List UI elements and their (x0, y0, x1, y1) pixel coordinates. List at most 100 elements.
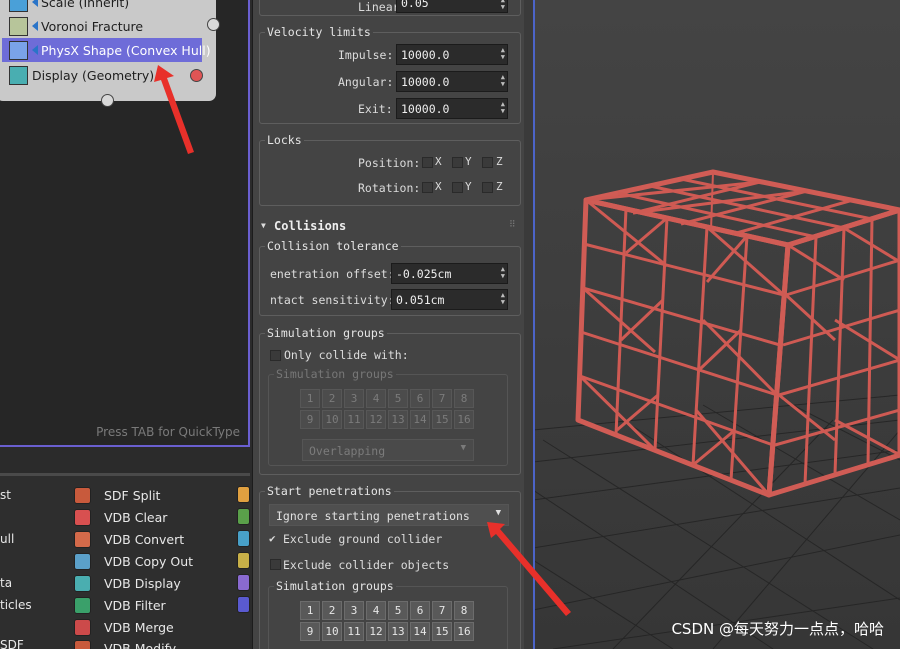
group-button[interactable]: 16 (454, 410, 474, 429)
group-button[interactable]: 6 (410, 601, 430, 620)
list-item-vdb-convert[interactable]: VDB Convert (74, 529, 184, 549)
3d-viewport[interactable]: CSDN @每天努力一点点，哈哈 (533, 0, 900, 649)
angular-spinner[interactable]: 10000.0 ▲ ▼ (396, 71, 508, 92)
group-button[interactable]: 13 (388, 410, 408, 429)
list-item-sdf-split[interactable]: SDF Split (74, 485, 160, 505)
group-button[interactable]: 11 (344, 410, 364, 429)
group-button[interactable]: 5 (388, 601, 408, 620)
node-type-icon[interactable] (237, 574, 250, 591)
list-fragment[interactable]: st (0, 488, 11, 502)
group-button[interactable]: 8 (454, 389, 474, 408)
contact-sensitivity-spinner[interactable]: 0.051cm ▲ ▼ (391, 289, 508, 310)
group-button[interactable]: 10 (322, 622, 342, 641)
sdf-split-icon (74, 486, 91, 504)
spinner-arrows-icon[interactable]: ▲ ▼ (501, 74, 505, 88)
collisions-rollout-header[interactable]: ▼ Collisions ⠿ (253, 218, 532, 236)
group-button[interactable]: 2 (322, 389, 342, 408)
list-fragment[interactable]: ticles (0, 598, 32, 612)
group-button[interactable]: 9 (300, 410, 320, 429)
node-type-icon[interactable] (237, 508, 250, 525)
group-button[interactable]: 15 (432, 410, 452, 429)
node-type-icon[interactable] (237, 486, 250, 503)
list-item-label: VDB Merge (104, 619, 174, 635)
list-fragment[interactable]: ull (0, 532, 14, 546)
overlap-mode-dropdown[interactable]: Overlapping ▼ (302, 439, 474, 461)
axis-label: Z (496, 155, 503, 168)
spinner-arrows-icon[interactable]: ▲ ▼ (501, 0, 505, 11)
list-item-vdb-display[interactable]: VDB Display (74, 573, 181, 593)
collapse-triangle-icon[interactable]: ▼ (261, 221, 266, 230)
contact-sensitivity-label: ntact sensitivity: (270, 293, 395, 307)
impulse-spinner[interactable]: 10000.0 ▲ ▼ (396, 44, 508, 65)
only-collide-checkbox[interactable] (270, 350, 281, 361)
group-button[interactable]: 11 (344, 622, 364, 641)
group-button[interactable]: 4 (366, 601, 386, 620)
position-y-checkbox[interactable] (452, 157, 463, 168)
spinner-arrows-icon[interactable]: ▲ ▼ (501, 292, 505, 306)
exit-spinner[interactable]: 10000.0 ▲ ▼ (396, 98, 508, 119)
linear-spinner[interactable]: 0.05 ▲ ▼ (396, 0, 508, 13)
group-button[interactable]: 1 (300, 389, 320, 408)
rotation-x-checkbox[interactable] (422, 182, 433, 193)
spinner-arrows-icon[interactable]: ▲ ▼ (501, 266, 505, 280)
rollout-grip-icon[interactable]: ⠿ (509, 220, 516, 230)
bottom-port[interactable] (101, 94, 114, 107)
group-button[interactable]: 7 (432, 601, 452, 620)
group-button[interactable]: 14 (410, 410, 430, 429)
penetration-offset-label: enetration offset: (270, 267, 395, 281)
exclude-collider-checkbox[interactable] (270, 559, 281, 570)
spinner-arrows-icon[interactable]: ▲ ▼ (501, 101, 505, 115)
damping-group: Linear: 0.05 ▲ ▼ (259, 0, 521, 16)
group-button[interactable]: 2 (322, 601, 342, 620)
node-type-icon[interactable] (237, 552, 250, 569)
group-button[interactable]: 12 (366, 410, 386, 429)
node-editor-canvas[interactable]: Scale (Inherit) Voronoi Fracture PhysX S… (0, 0, 250, 447)
rotation-y-checkbox[interactable] (452, 182, 463, 193)
group-button[interactable]: 7 (432, 389, 452, 408)
group-button[interactable]: 15 (432, 622, 452, 641)
output-port[interactable] (207, 18, 220, 31)
group-button[interactable]: 14 (410, 622, 430, 641)
list-item-vdb-merge[interactable]: VDB Merge (74, 617, 174, 637)
group-button[interactable]: 1 (300, 601, 320, 620)
list-item-vdb-modify[interactable]: VDB Modify (74, 638, 176, 649)
group-button[interactable]: 16 (454, 622, 474, 641)
node-card[interactable]: Scale (Inherit) Voronoi Fracture PhysX S… (0, 0, 216, 101)
start-penetrations-group: Start penetrations Ignore starting penet… (259, 484, 521, 649)
list-item-vdb-filter[interactable]: VDB Filter (74, 595, 166, 615)
node-type-icon[interactable] (237, 530, 250, 547)
position-z-checkbox[interactable] (482, 157, 493, 168)
inner-groups-title: Simulation groups (274, 579, 396, 593)
group-button[interactable]: 9 (300, 622, 320, 641)
spinner-arrows-icon[interactable]: ▲ ▼ (501, 47, 505, 61)
node-type-icon[interactable] (237, 596, 250, 613)
group-button[interactable]: 10 (322, 410, 342, 429)
list-fragment[interactable]: ta (0, 576, 12, 590)
node-row-physx-shape[interactable]: PhysX Shape (Convex Hull) (2, 38, 211, 62)
penetration-offset-spinner[interactable]: -0.025cm ▲ ▼ (391, 263, 508, 284)
exclude-collider-label: Exclude collider objects (283, 558, 450, 572)
start-penetrations-dropdown[interactable]: Ignore starting penetrations ▼ (269, 504, 509, 526)
node-row-scale[interactable]: Scale (Inherit) (2, 0, 202, 14)
exclude-ground-checkbox[interactable]: ✔ (269, 532, 276, 545)
list-item-vdb-copy-out[interactable]: VDB Copy Out (74, 551, 193, 571)
group-button[interactable]: 12 (366, 622, 386, 641)
group-button[interactable]: 13 (388, 622, 408, 641)
list-fragment[interactable]: SDF (0, 638, 24, 649)
vdb-copy-out-icon (74, 552, 91, 570)
group-button[interactable]: 8 (454, 601, 474, 620)
settings-scrollbar[interactable] (524, 0, 533, 649)
position-x-checkbox[interactable] (422, 157, 433, 168)
linear-value: 0.05 (401, 0, 429, 10)
axis-label: Y (465, 180, 472, 193)
group-button[interactable]: 6 (410, 389, 430, 408)
group-button[interactable]: 5 (388, 389, 408, 408)
group-button[interactable]: 3 (344, 389, 364, 408)
list-item-vdb-clear[interactable]: VDB Clear (74, 507, 167, 527)
display-toggle-dot[interactable] (190, 69, 203, 82)
node-row-voronoi-fracture[interactable]: Voronoi Fracture (2, 14, 202, 38)
node-row-display[interactable]: Display (Geometry) (2, 63, 202, 87)
group-button[interactable]: 4 (366, 389, 386, 408)
rotation-z-checkbox[interactable] (482, 182, 493, 193)
group-button[interactable]: 3 (344, 601, 364, 620)
